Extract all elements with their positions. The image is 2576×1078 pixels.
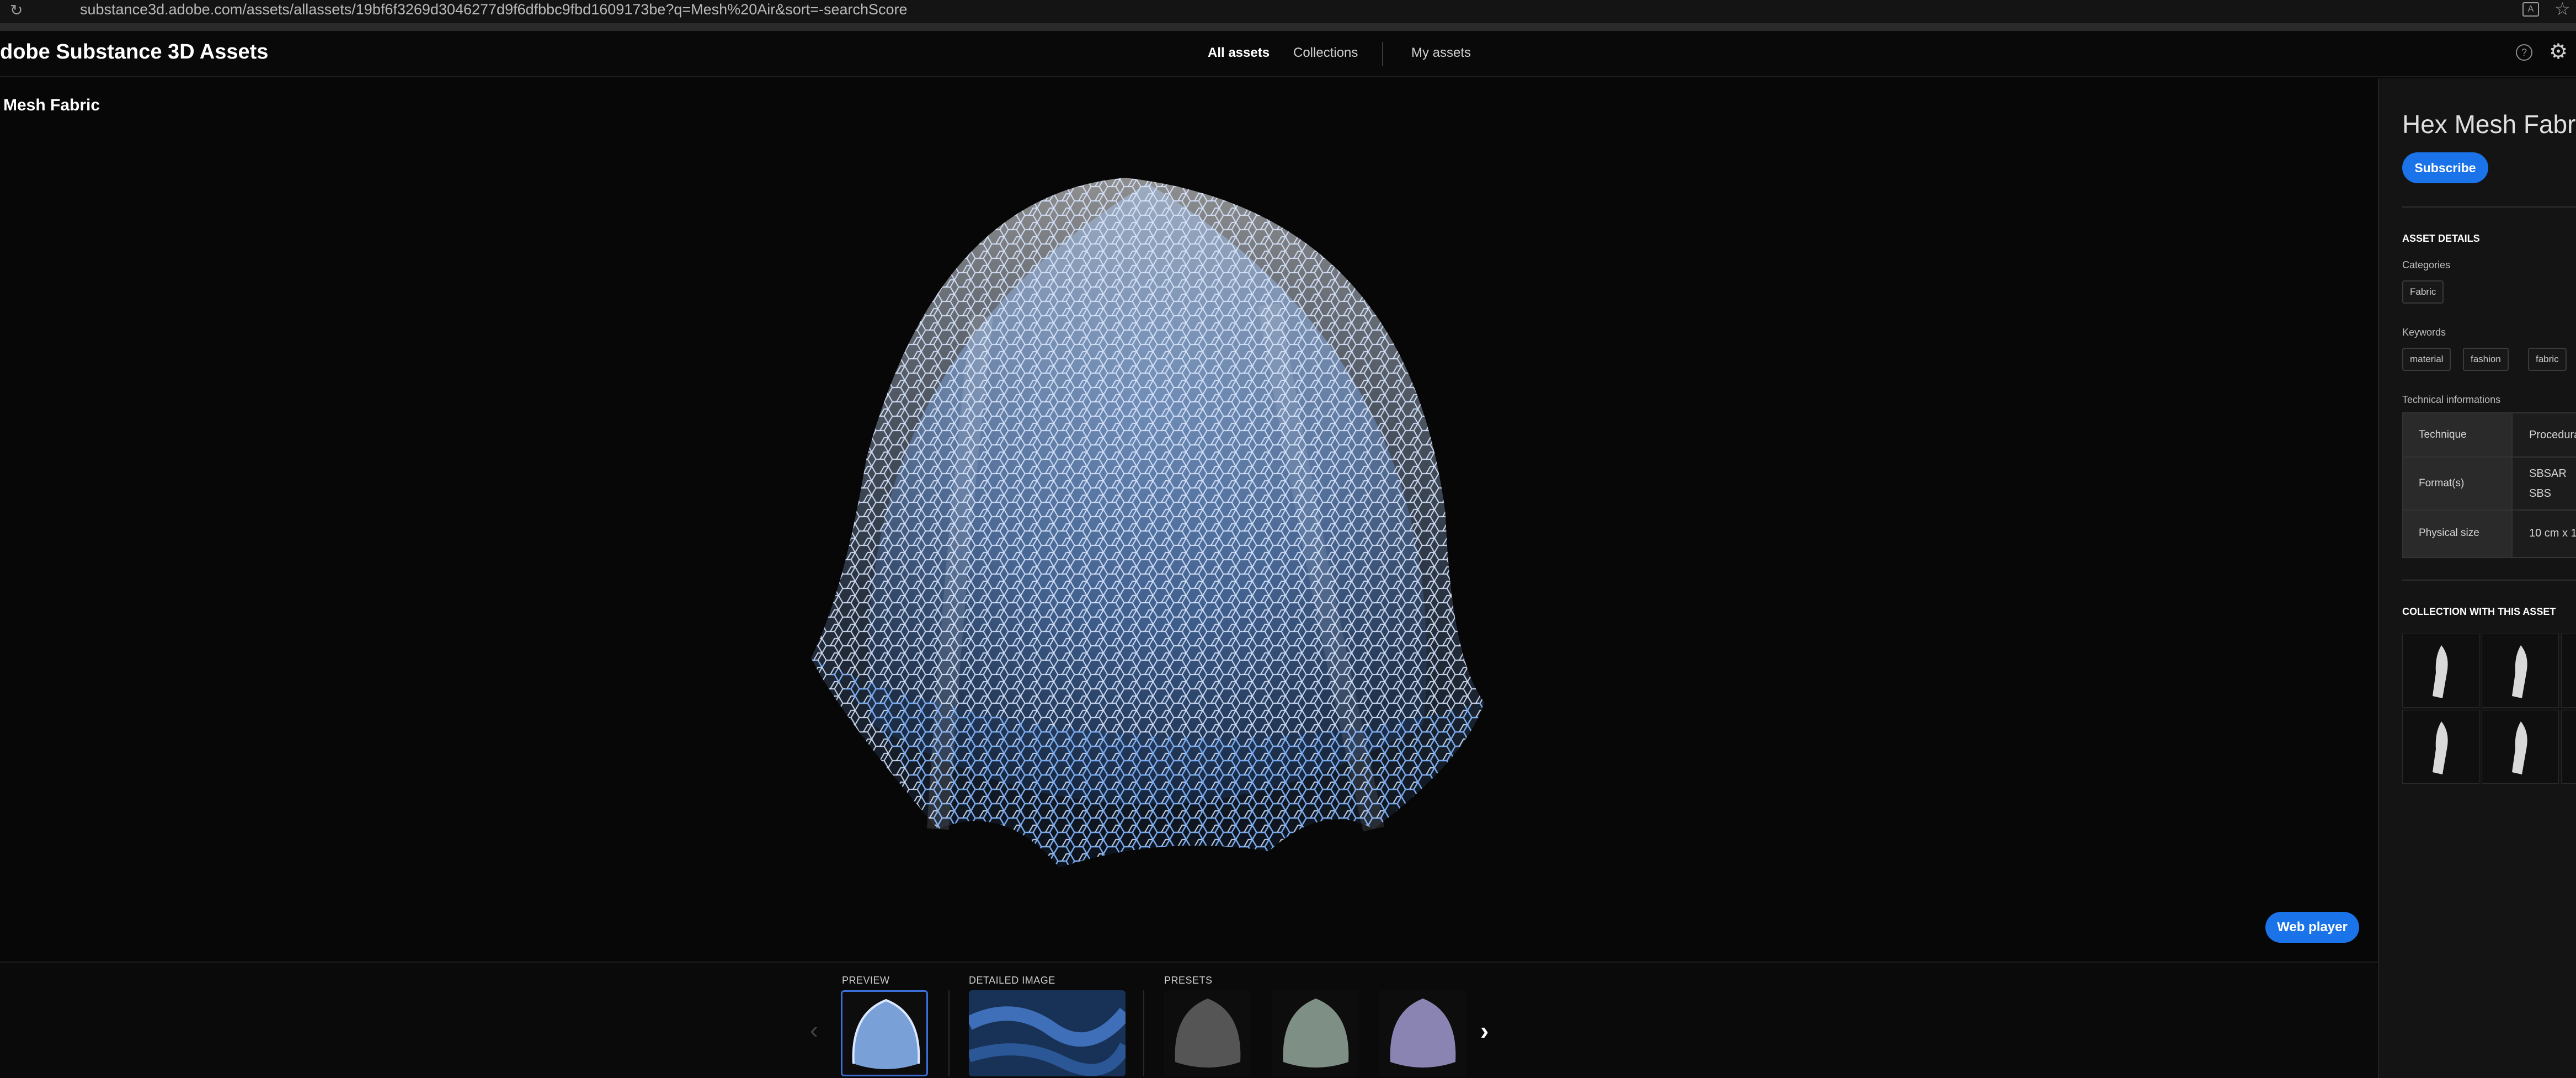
- asset-title: Mesh Fabric: [3, 96, 100, 114]
- tech-row-physical-size: Physical size 10 cm x 10 cm: [2403, 511, 2576, 557]
- gear-icon[interactable]: ⚙: [2549, 40, 2568, 64]
- collection-thumbnail[interactable]: [2402, 634, 2479, 708]
- category-tag[interactable]: Fabric: [2402, 280, 2444, 304]
- tech-key: Physical size: [2403, 511, 2513, 557]
- web-player-button[interactable]: Web player: [2265, 912, 2359, 943]
- categories-label: Categories: [2402, 259, 2451, 270]
- preset-thumb-image: [1164, 990, 1251, 1076]
- tech-key: Format(s): [2403, 458, 2513, 509]
- detailed-image-thumbnail[interactable]: [969, 990, 1126, 1076]
- thumbnail-strip: ‹ PREVIEW DETAILED IMAGE PRESETS ›: [0, 962, 2378, 1078]
- browser-address-bar: ↻ substance3d.adobe.com/assets/allassets…: [0, 0, 2576, 23]
- technical-info-table: Technique Procedural Format(s) SBSAR SBS…: [2402, 412, 2576, 558]
- bookmark-star-icon[interactable]: ☆: [2554, 0, 2570, 18]
- preset-thumb-image: [1379, 990, 1466, 1076]
- collection-thumbnail[interactable]: [2561, 634, 2576, 708]
- reload-icon[interactable]: ↻: [10, 2, 23, 19]
- subscribe-button[interactable]: Subscribe: [2402, 152, 2488, 183]
- keyword-tag[interactable]: material: [2402, 348, 2451, 371]
- nav-all-assets[interactable]: All assets: [1208, 45, 1270, 61]
- preset-thumb-image: [1272, 990, 1359, 1076]
- nav-divider: [1382, 42, 1383, 66]
- collection-heading: COLLECTION WITH THIS ASSET: [2402, 606, 2556, 617]
- collection-thumbnail[interactable]: [2482, 710, 2559, 784]
- tech-row-formats: Format(s) SBSAR SBS: [2403, 458, 2576, 511]
- tech-value: SBS: [2529, 487, 2552, 500]
- collection-thumbnail[interactable]: [2561, 710, 2576, 784]
- tech-key: Technique: [2403, 413, 2513, 456]
- browser-strip: [0, 23, 2576, 31]
- collection-thumb-image: [2433, 721, 2448, 774]
- strip-divider: [1143, 990, 1144, 1076]
- asset-details-heading: ASSET DETAILS: [2402, 233, 2480, 244]
- url-field[interactable]: substance3d.adobe.com/assets/allassets/1…: [80, 1, 908, 18]
- collection-thumb-image: [2512, 721, 2527, 774]
- next-arrow-icon[interactable]: ›: [1480, 1017, 1489, 1044]
- prev-arrow-icon[interactable]: ‹: [810, 1017, 818, 1044]
- translate-icon[interactable]: A: [2522, 2, 2539, 17]
- preview-thumbnail[interactable]: [841, 990, 928, 1076]
- collection-thumb-image: [2433, 645, 2448, 698]
- tech-value: Procedural: [2529, 429, 2576, 441]
- asset-details-panel: Hex Mesh Fabric Subscribe ASSET DETAILS …: [2378, 78, 2576, 1078]
- panel-title: Hex Mesh Fabric: [2402, 110, 2576, 139]
- keyword-tag[interactable]: fabric: [2528, 348, 2567, 371]
- strip-divider: [948, 990, 950, 1076]
- collection-grid: [2402, 634, 2576, 786]
- preview-label: PREVIEW: [842, 975, 890, 986]
- tech-value: 10 cm x 10 cm: [2529, 527, 2576, 539]
- preset-thumbnail-purple[interactable]: [1379, 990, 1466, 1076]
- preset-thumbnail-green[interactable]: [1272, 990, 1359, 1076]
- detailed-thumb-image: [969, 990, 1126, 1076]
- nav-collections[interactable]: Collections: [1293, 45, 1358, 61]
- nav-my-assets[interactable]: My assets: [1411, 45, 1471, 61]
- panel-divider: [2402, 206, 2576, 208]
- technical-info-label: Technical informations: [2402, 394, 2501, 405]
- detailed-image-label: DETAILED IMAGE: [969, 975, 1055, 986]
- help-icon[interactable]: ?: [2516, 44, 2532, 61]
- collection-thumbnail[interactable]: [2402, 710, 2479, 784]
- panel-divider: [2402, 580, 2576, 581]
- brand-logo-text[interactable]: dobe Substance 3D Assets: [0, 40, 268, 64]
- mesh-fabric-preview[interactable]: [772, 172, 1523, 873]
- preview-thumb-image: [842, 992, 926, 1075]
- keywords-label: Keywords: [2402, 327, 2446, 338]
- asset-viewer[interactable]: Mesh Fabric Web player: [0, 78, 2378, 962]
- tech-row-technique: Technique Procedural: [2403, 413, 2576, 458]
- app-header: dobe Substance 3D Assets All assets Coll…: [0, 31, 2576, 77]
- preset-thumbnail-dark[interactable]: [1164, 990, 1251, 1076]
- presets-label: PRESETS: [1164, 975, 1213, 986]
- tech-value: SBSAR: [2529, 468, 2567, 480]
- collection-thumb-image: [2512, 645, 2527, 698]
- keyword-tag[interactable]: fashion: [2463, 348, 2509, 371]
- collection-thumbnail[interactable]: [2482, 634, 2559, 708]
